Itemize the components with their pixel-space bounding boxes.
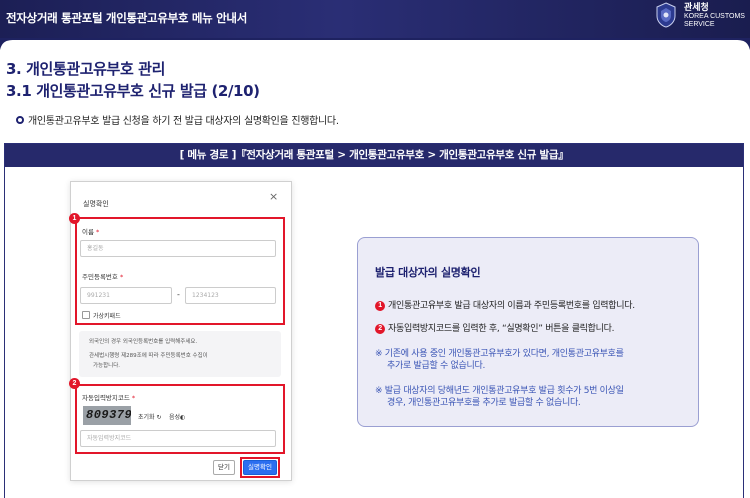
captcha-label: 자동입력방지코드 * (82, 394, 136, 402)
notice-line-3: 가능합니다. (93, 363, 121, 369)
info-step-1: 1 개인통관고유부호 발급 대상자의 이름과 주민등록번호를 입력합니다. (375, 298, 635, 311)
section-heading: 3. 개인통관고유부호 관리 (6, 60, 165, 78)
intro-text: 개인통관고유부호 발급 신청을 하기 전 발급 대상자의 실명확인을 진행합니다… (16, 112, 339, 127)
rrn-front-input[interactable]: 991231 (80, 287, 172, 304)
org-name-kr: 관세청 (684, 3, 709, 13)
captcha-audio-button[interactable]: 음성◐ (169, 412, 185, 421)
close-button[interactable]: 닫기 (213, 460, 235, 475)
menu-path-header: [ 메뉴 경로 ]『전자상거래 통관포털 > 개인통관고유부호 > 개인통관고유… (5, 144, 743, 167)
section-subheading: 3.1 개인통관고유부호 신규 발급 (2/10) (6, 82, 260, 100)
info-note-1: ※ 기존에 사용 중인 개인통관고유부호가 있다면, 개인통관고유부호를 추가로… (375, 349, 624, 371)
speaker-icon: ◐ (180, 414, 186, 421)
notice-line-2: 관세법시행령 제289조에 따라 주민등록번호 수집이 (89, 353, 208, 359)
info-note-2: ※ 발급 대상자의 당해년도 개인통관고유부호 발급 횟수가 5번 이상일 경우… (375, 386, 624, 408)
notice-box: 외국인의 경우 외국인등록번호를 입력해주세요. 관세법시행령 제289조에 따… (79, 331, 281, 377)
info-title: 발급 대상자의 실명확인 (375, 266, 481, 279)
banner-title: 전자상거래 통관포털 개인통관고유부호 메뉴 안내서 (6, 11, 247, 25)
captcha-image: 809379 (83, 406, 131, 425)
close-icon[interactable]: × (269, 190, 278, 203)
banner-curve (0, 38, 750, 50)
real-name-confirm-button[interactable]: 실명확인 (243, 460, 277, 475)
refresh-icon: ↻ (156, 414, 162, 421)
captcha-input[interactable]: 자동입력방지코드 (80, 430, 276, 447)
notice-line-1: 외국인의 경우 외국인등록번호를 입력해주세요. (89, 339, 198, 345)
circle-bullet-icon (16, 115, 24, 124)
intro-label: 개인통관고유부호 발급 신청을 하기 전 발급 대상자의 실명확인을 진행합니다… (28, 116, 339, 127)
rrn-dash: - (177, 290, 180, 299)
marker-2: 2 (69, 378, 80, 389)
top-banner: 전자상거래 통관포털 개인통관고유부호 메뉴 안내서 관세청 KOREA CUS… (0, 0, 750, 38)
customs-emblem-icon (656, 2, 676, 28)
captcha-reset-button[interactable]: 초기화 ↻ (138, 412, 162, 421)
customs-logo-text: 관세청 KOREA CUSTOMS SERVICE (684, 3, 745, 29)
dialog-title: 실명확인 (83, 200, 109, 208)
info-step-2: 2 자동입력방지코드를 입력한 후, “실명확인” 버튼을 클릭합니다. (375, 321, 614, 334)
rrn-back-input[interactable]: 1234123 (185, 287, 276, 304)
captcha-text: 809379 (86, 408, 131, 422)
marker-1: 1 (69, 213, 80, 224)
name-label: 이름 * (82, 228, 100, 236)
virtual-keyboard-label: 가상키패드 (93, 313, 121, 320)
org-name-en-2: SERVICE (684, 21, 715, 28)
name-input[interactable]: 홍길동 (80, 240, 276, 257)
rrn-label: 주민등록번호 * (82, 273, 124, 281)
org-name-en-1: KOREA CUSTOMS (684, 13, 745, 20)
virtual-keyboard-checkbox[interactable] (82, 311, 90, 319)
